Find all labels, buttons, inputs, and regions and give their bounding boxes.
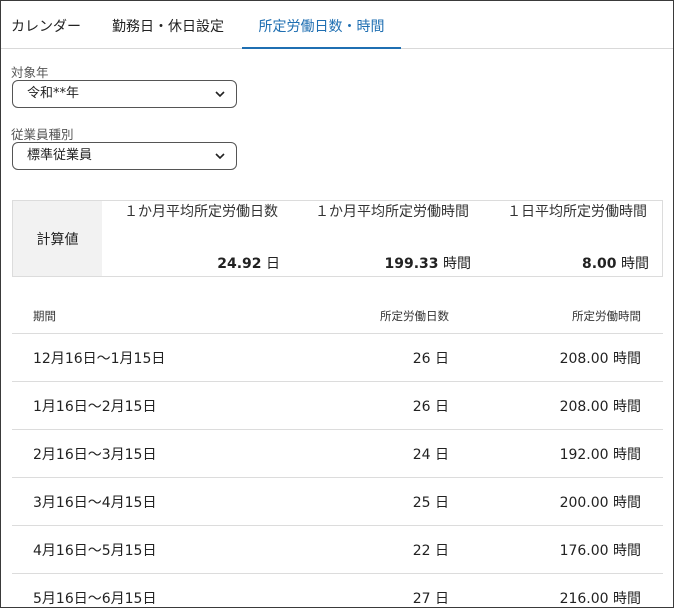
year-select[interactable]: 令和**年 (12, 80, 237, 108)
employee-type-select-value: 標準従業員 (27, 148, 93, 163)
chevron-down-icon (215, 153, 225, 160)
column-header-period: 期間 (33, 309, 56, 323)
year-label: 対象年 (11, 65, 49, 80)
calculated-values-header: 計算値 (36, 232, 79, 248)
cell-period: 2月16日〜3月15日 (33, 447, 157, 463)
cell-hours: 208.00 時間 (559, 399, 641, 415)
summary-value: 24.92 日 (217, 256, 280, 272)
column-header-days: 所定労働日数 (380, 309, 449, 323)
tab-calendar[interactable]: カレンダー (11, 1, 81, 49)
cell-days: 24 日 (412, 447, 449, 463)
calculated-values-panel: 計算値 １か月平均所定労働日数 24.92 日 １か月平均所定労働時間 199.… (12, 200, 663, 277)
summary-label: １か月平均所定労働日数 (124, 204, 278, 220)
cell-period: 3月16日〜4月15日 (33, 495, 157, 511)
cell-days: 22 日 (412, 543, 449, 559)
table-header: 期間 所定労働日数 所定労働時間 (12, 296, 663, 334)
year-select-value: 令和**年 (27, 86, 80, 101)
summary-label: １か月平均所定労働時間 (315, 204, 469, 220)
table-row: 1月16日〜2月15日 26 日 208.00 時間 (12, 382, 663, 430)
employee-type-label: 従業員種別 (11, 127, 74, 142)
table-row: 4月16日〜5月15日 22 日 176.00 時間 (12, 526, 663, 574)
cell-days: 26 日 (412, 351, 449, 367)
cell-days: 25 日 (412, 495, 449, 511)
table-row: 5月16日〜6月15日 27 日 216.00 時間 (12, 574, 663, 607)
cell-hours: 192.00 時間 (559, 447, 641, 463)
cell-hours: 200.00 時間 (559, 495, 641, 511)
period-table: 期間 所定労働日数 所定労働時間 12月16日〜1月15日 26 日 208.0… (12, 296, 663, 607)
table-row: 2月16日〜3月15日 24 日 192.00 時間 (12, 430, 663, 478)
table-row: 3月16日〜4月15日 25 日 200.00 時間 (12, 478, 663, 526)
cell-days: 26 日 (412, 399, 449, 415)
cell-period: 1月16日〜2月15日 (33, 399, 157, 415)
employee-type-select[interactable]: 標準従業員 (12, 142, 237, 170)
cell-hours: 208.00 時間 (559, 351, 641, 367)
cell-hours: 176.00 時間 (559, 543, 641, 559)
summary-value: 199.33 時間 (384, 256, 471, 272)
summary-value: 8.00 時間 (582, 256, 649, 272)
tab-scheduled-work-days-hours[interactable]: 所定労働日数・時間 (242, 1, 401, 49)
tab-bar: カレンダー 勤務日・休日設定 所定労働日数・時間 (1, 1, 673, 49)
cell-period: 4月16日〜5月15日 (33, 543, 157, 559)
cell-period: 5月16日〜6月15日 (33, 591, 157, 607)
tab-workday-holiday-settings[interactable]: 勤務日・休日設定 (112, 1, 224, 49)
cell-days: 27 日 (412, 591, 449, 607)
app-frame: カレンダー 勤務日・休日設定 所定労働日数・時間 対象年 令和**年 従業員種別… (0, 0, 674, 608)
summary-avg-daily-hours: １日平均所定労働時間 8.00 時間 (507, 201, 649, 276)
summary-label: １日平均所定労働時間 (507, 204, 647, 220)
calculated-values-header-cell: 計算値 (13, 201, 102, 276)
summary-avg-monthly-days: １か月平均所定労働日数 24.92 日 (124, 201, 280, 276)
cell-hours: 216.00 時間 (559, 591, 641, 607)
column-header-hours: 所定労働時間 (572, 309, 641, 323)
cell-period: 12月16日〜1月15日 (33, 351, 166, 367)
chevron-down-icon (215, 91, 225, 98)
table-row: 12月16日〜1月15日 26 日 208.00 時間 (12, 334, 663, 382)
summary-avg-monthly-hours: １か月平均所定労働時間 199.33 時間 (315, 201, 471, 276)
